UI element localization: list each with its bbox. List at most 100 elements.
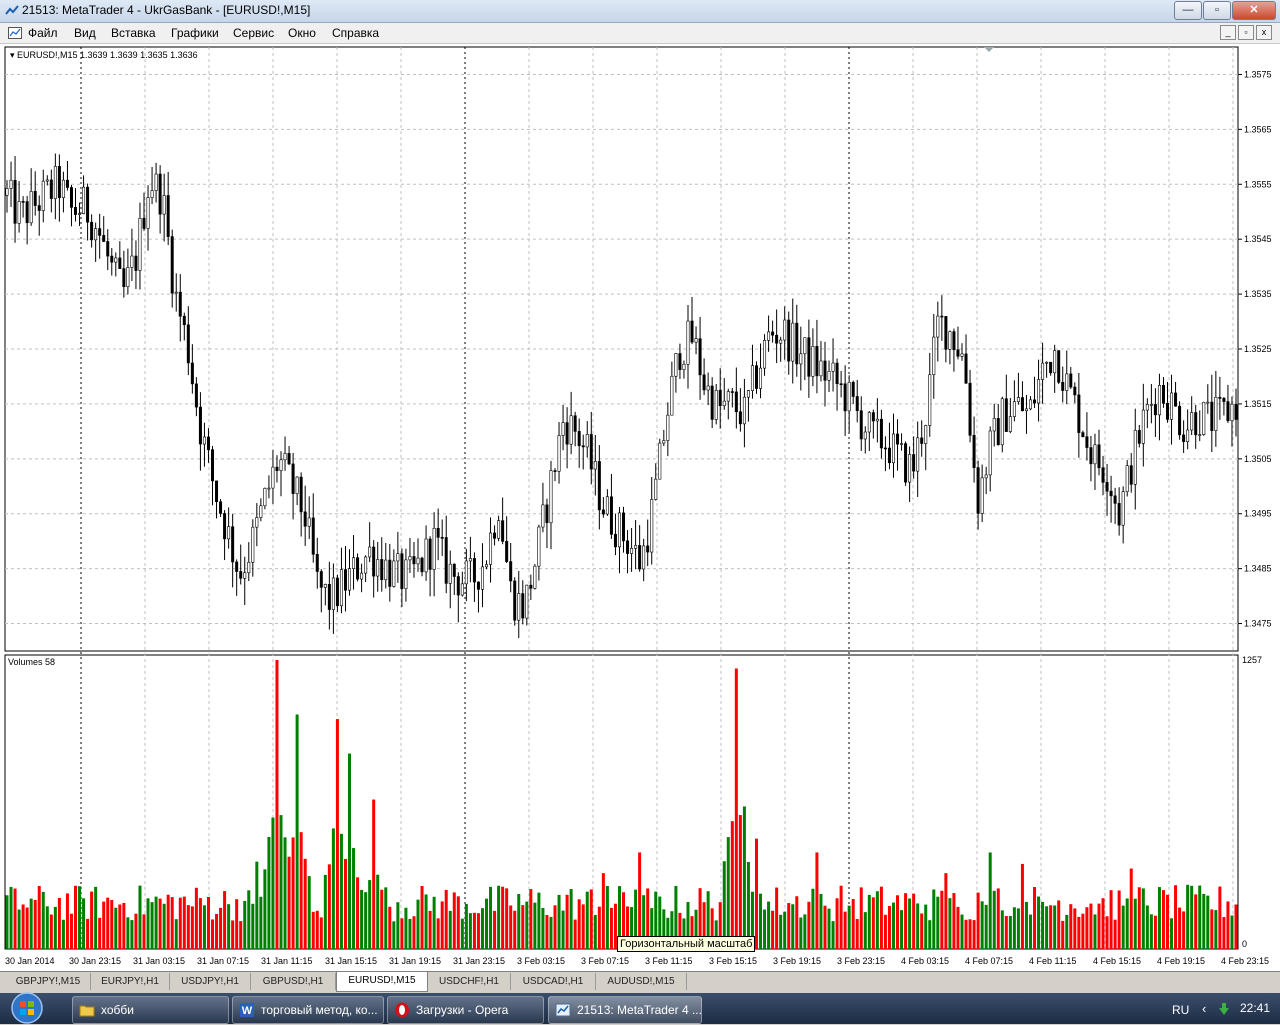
- tab-usdjpy[interactable]: USDJPY!,H1: [170, 973, 251, 990]
- volume-bar: [259, 896, 263, 949]
- candle-body: [1230, 403, 1234, 422]
- network-tray-icon[interactable]: [1216, 1001, 1232, 1017]
- candle-body: [98, 228, 102, 236]
- candle-body: [742, 396, 746, 425]
- tray-expand-icon[interactable]: ‹: [1202, 1001, 1206, 1016]
- menu-insert[interactable]: Вставка: [111, 26, 156, 40]
- volume-bar: [1061, 920, 1065, 949]
- volume-bar: [436, 918, 440, 949]
- candle-body: [505, 541, 509, 562]
- candle-body: [569, 415, 573, 445]
- candle-body: [468, 558, 472, 562]
- volume-bar: [1016, 908, 1020, 949]
- mdi-restore-button[interactable]: ▫: [1238, 25, 1254, 40]
- candle-body: [557, 435, 561, 472]
- candle-body: [545, 504, 549, 524]
- volume-bar: [1101, 898, 1105, 949]
- candle-body: [13, 180, 17, 224]
- candle-body: [65, 179, 69, 188]
- volume-bar: [94, 886, 98, 949]
- mdi-minimize-button[interactable]: _: [1220, 25, 1236, 40]
- volume-bar: [1182, 911, 1186, 949]
- candle-body: [485, 564, 489, 568]
- volume-bar: [924, 904, 928, 949]
- candle-body: [428, 538, 432, 570]
- candle-body: [299, 476, 303, 513]
- tab-audusd[interactable]: AUDUSD!,M15: [596, 973, 687, 990]
- time-tick-label: 3 Feb 15:15: [709, 956, 757, 966]
- volume-bar: [964, 919, 968, 949]
- clock[interactable]: 22:41: [1240, 1001, 1270, 1015]
- volume-bar: [255, 861, 259, 949]
- candle-body: [110, 255, 114, 263]
- close-button[interactable]: ✕: [1232, 1, 1276, 20]
- taskbar-item-metatrader[interactable]: 21513: MetaTrader 4 ...: [548, 996, 702, 1024]
- candle-body: [94, 228, 98, 241]
- restore-button[interactable]: ▫: [1203, 1, 1231, 20]
- candle-body: [565, 422, 569, 445]
- candle-body: [41, 180, 45, 211]
- candle-body: [476, 581, 480, 590]
- menu-file[interactable]: Файл: [28, 26, 58, 40]
- volume-bar: [1012, 907, 1016, 949]
- candle-body: [1149, 404, 1153, 406]
- taskbar-item-folder[interactable]: хобби: [72, 996, 229, 1024]
- menu-view[interactable]: Вид: [74, 26, 96, 40]
- menu-charts[interactable]: Графики: [171, 26, 219, 40]
- menu-tools[interactable]: Сервис: [233, 26, 274, 40]
- folder-icon: [79, 1005, 95, 1017]
- candle-body: [948, 331, 952, 350]
- volume-bar: [1149, 914, 1153, 949]
- candle-body: [331, 577, 335, 610]
- volume-bar: [1045, 906, 1049, 949]
- tab-eurusd[interactable]: EURUSD!,M15: [336, 972, 428, 992]
- volume-bar: [9, 886, 13, 949]
- tab-gbpjpy[interactable]: GBPJPY!,M15: [6, 973, 91, 990]
- taskbar-item-label: торговый метод, ко...: [261, 1003, 378, 1017]
- volume-bar: [1202, 893, 1206, 949]
- language-indicator[interactable]: RU: [1172, 1003, 1189, 1017]
- volume-bar: [952, 893, 956, 949]
- tab-eurjpy[interactable]: EURJPY!,H1: [91, 973, 170, 990]
- taskbar-item-opera[interactable]: Загрузки - Opera: [387, 996, 544, 1024]
- candle-body: [537, 526, 541, 567]
- start-button-icon[interactable]: [4, 991, 50, 1025]
- candle-body: [206, 436, 210, 450]
- tab-usdcad[interactable]: USDCAD!,H1: [511, 973, 596, 990]
- tab-gbpusd[interactable]: GBPUSD!,H1: [251, 973, 336, 990]
- candle-body: [726, 391, 730, 402]
- price-tick-label: 1.3565: [1244, 124, 1272, 134]
- mdi-close-button[interactable]: x: [1256, 25, 1272, 40]
- chart-window[interactable]: 1.3575 1.3565 1.3555 1.3545 1.3535 1.3525 1.35…: [0, 44, 1280, 971]
- volume-bar: [198, 898, 202, 949]
- minimize-button[interactable]: —: [1174, 1, 1202, 20]
- volume-bar: [150, 902, 154, 949]
- volume-bar: [315, 910, 319, 949]
- candle-body: [190, 362, 194, 385]
- candle-body: [319, 571, 323, 588]
- candle-body: [53, 166, 57, 199]
- taskbar-item-word[interactable]: W торговый метод, ко...: [232, 996, 384, 1024]
- candle-body: [871, 412, 875, 422]
- volume-bar: [561, 910, 565, 949]
- candle-body: [25, 201, 29, 224]
- chart-window-icon[interactable]: [8, 27, 22, 39]
- candle-body: [827, 371, 831, 381]
- menu-window[interactable]: Окно: [288, 26, 316, 40]
- volume-bar: [533, 902, 537, 949]
- volume-bar: [1033, 887, 1037, 949]
- candle-body: [33, 191, 37, 206]
- price-tick-label: 1.3555: [1244, 179, 1272, 189]
- tab-usdchf[interactable]: USDCHF!,H1: [428, 973, 511, 990]
- candle-body: [1061, 381, 1065, 391]
- menu-help[interactable]: Справка: [332, 26, 379, 40]
- volume-bar: [992, 890, 996, 949]
- candle-body: [863, 431, 867, 440]
- candle-body: [215, 480, 219, 503]
- volume-bar: [400, 918, 404, 949]
- price-chart[interactable]: 1.3575 1.3565 1.3555 1.3545 1.3535 1.3525 1.35…: [0, 44, 1280, 971]
- volume-bar: [364, 892, 368, 949]
- volume-bar: [279, 815, 283, 949]
- volume-bar: [61, 919, 65, 949]
- candle-body: [944, 316, 948, 350]
